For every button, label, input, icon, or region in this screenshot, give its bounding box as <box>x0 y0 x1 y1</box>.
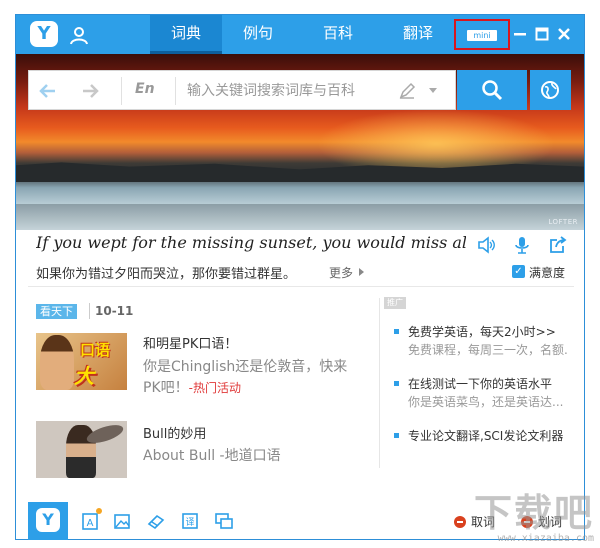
site-watermark: 下载吧 www.xiazaiba.com <box>474 493 594 544</box>
feed-item-title[interactable]: Bull的妙用 <box>143 423 206 442</box>
daily-sentence-english: If you wept for the missing sunset, you … <box>36 233 466 252</box>
chat-icon[interactable] <box>214 511 234 531</box>
search-button[interactable] <box>457 70 527 110</box>
tab-example-sentences[interactable]: 例句 <box>222 15 294 54</box>
hot-activity-tag[interactable]: -热门活动 <box>189 381 241 395</box>
back-arrow-icon[interactable] <box>37 80 59 102</box>
title-bar: Y 词典 例句 百科 翻译 mini <box>16 15 584 54</box>
daily-sentence-chinese: 如果你为错过夕阳而哭泣，那你要错过群星。 <box>36 267 297 282</box>
site-watermark-logo: 下载吧 <box>473 491 594 535</box>
handwriting-dropdown-icon[interactable] <box>429 88 437 93</box>
mini-mode-button[interactable]: mini <box>467 30 497 41</box>
promo-title[interactable]: 免费学英语，每天2小时>> <box>408 323 556 340</box>
eraser-icon[interactable] <box>146 511 166 531</box>
banner-watermark: LOFTER <box>548 218 578 226</box>
microphone-icon[interactable] <box>512 235 532 255</box>
app-logo-icon[interactable]: Y <box>30 21 58 47</box>
feed-item-desc: About Bull -地道口语 <box>143 448 281 464</box>
sunset-banner: LOFTER En <box>16 54 584 230</box>
handwriting-pen-icon[interactable] <box>397 81 417 101</box>
tab-translate[interactable]: 翻译 <box>382 15 454 54</box>
feed-item-title[interactable]: 和明星PK口语！ <box>143 333 237 352</box>
feed-item-thumbnail[interactable]: 口语 大PK! <box>36 333 127 390</box>
bullet-icon <box>394 381 399 386</box>
promo-desc: 你是英语菜鸟，还是英语达... <box>408 395 564 409</box>
more-arrow-icon[interactable] <box>359 268 364 276</box>
thumbnail-text: 大PK! <box>74 364 113 390</box>
person-photo <box>40 335 74 390</box>
speaker-icon[interactable] <box>476 235 496 255</box>
horn-shape <box>84 421 126 447</box>
search-icon <box>482 80 503 101</box>
feed-badge: 看天下 <box>36 304 77 319</box>
search-box: En <box>28 70 456 110</box>
feed-item-desc: 你是Chinglish还是伦敦音，快来 <box>143 359 348 375</box>
feed-item-thumbnail[interactable] <box>36 421 127 478</box>
more-link[interactable]: 更多 <box>329 264 353 281</box>
forward-arrow-icon[interactable] <box>79 80 101 102</box>
search-input[interactable] <box>187 79 377 103</box>
svg-text:译: 译 <box>185 517 194 528</box>
home-button[interactable]: Y <box>28 502 68 540</box>
tab-encyclopedia[interactable]: 百科 <box>302 15 374 54</box>
divider <box>121 77 122 105</box>
divider <box>175 77 176 105</box>
shore <box>16 204 584 230</box>
close-icon[interactable] <box>554 24 574 44</box>
translate-icon[interactable]: 译 <box>180 511 200 531</box>
promo-tag: 推广 <box>384 297 406 309</box>
dictionary-window: Y 词典 例句 百科 翻译 mini LOFTER En 输入关键词搜索词库与百… <box>15 14 585 540</box>
globe-icon <box>541 81 559 99</box>
notification-dot <box>96 508 102 514</box>
app-logo-icon: Y <box>36 508 60 532</box>
word-book-icon[interactable]: A <box>80 511 100 531</box>
satisfaction-checkbox[interactable]: ✓ <box>512 265 525 278</box>
mini-mode-highlight: mini <box>454 19 510 50</box>
share-icon[interactable] <box>548 235 568 255</box>
image-translate-icon[interactable] <box>112 511 132 531</box>
satisfaction-label[interactable]: 满意度 <box>529 264 565 281</box>
thumbnail-text: 口语 <box>80 341 111 359</box>
feed-date: 10-11 <box>95 304 134 318</box>
divider <box>379 298 380 468</box>
bullet-icon <box>394 433 399 438</box>
divider <box>28 286 574 287</box>
tab-dictionary[interactable]: 词典 <box>150 15 222 54</box>
language-selector[interactable]: En <box>135 81 155 97</box>
svg-text:A: A <box>87 518 94 529</box>
maximize-icon[interactable] <box>532 24 552 44</box>
web-search-button[interactable] <box>530 70 571 110</box>
feed-item-desc: PK吧！-热门活动 <box>143 377 241 397</box>
word-capture-toggle-icon[interactable] <box>454 516 466 528</box>
divider <box>89 303 90 319</box>
promo-title[interactable]: 在线测试一下你的英语水平 <box>408 375 552 392</box>
feed-item-desc-line2: PK吧！ <box>143 380 189 396</box>
minimize-icon[interactable] <box>510 24 530 44</box>
user-icon[interactable] <box>68 24 90 46</box>
promo-desc: 免费课程，每周三一次，名额... <box>408 343 568 357</box>
promo-title[interactable]: 专业论文翻译,SCI发论文利器 <box>408 427 563 444</box>
bullet-icon <box>394 329 399 334</box>
